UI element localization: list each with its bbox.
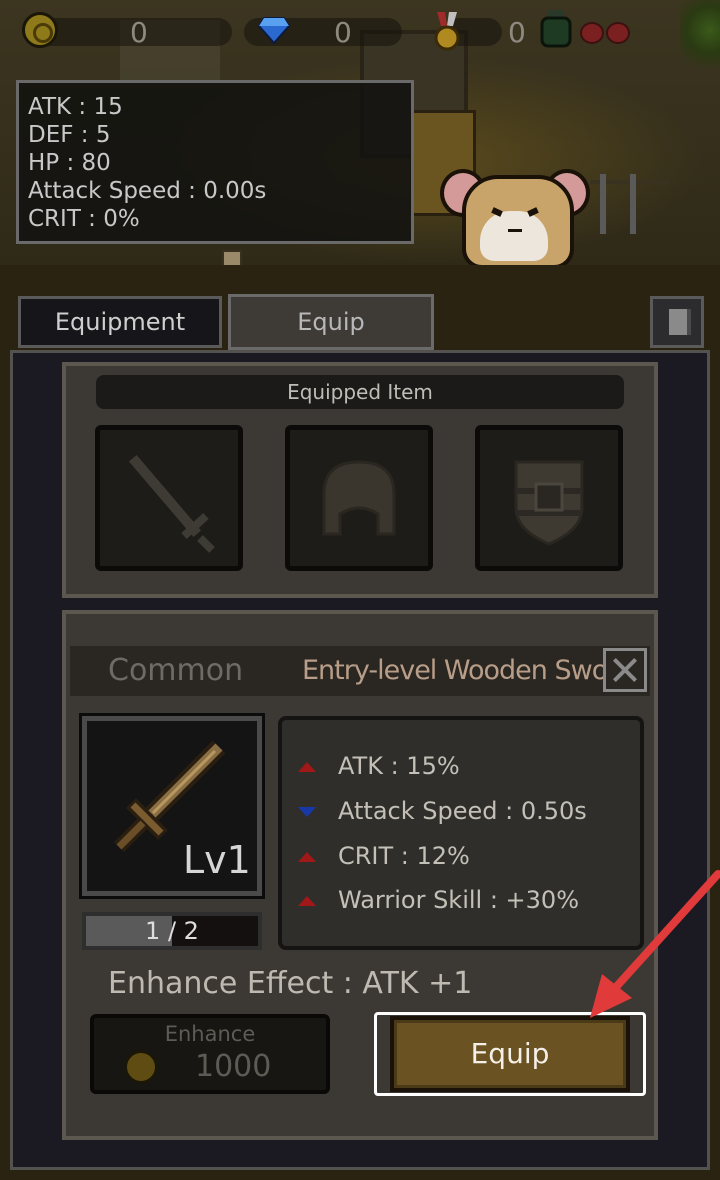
stat-crit: CRIT : 0% xyxy=(28,206,140,232)
book-icon xyxy=(669,309,691,335)
close-button[interactable] xyxy=(603,648,647,692)
stat-down-arrow-icon xyxy=(298,807,316,817)
gold-value: 0 xyxy=(130,16,148,49)
item-level: Lv1 xyxy=(183,838,251,882)
enhance-effect-text: Enhance Effect : ATK +1 xyxy=(108,966,473,1001)
item-stat-row: ATK : 15% xyxy=(298,752,460,782)
item-stat-row: Attack Speed : 0.50s xyxy=(298,797,587,827)
stat-def: DEF : 5 xyxy=(28,122,111,148)
item-stat-text: ATK : 15% xyxy=(338,752,460,780)
item-stat-text: Warrior Skill : +30% xyxy=(338,886,579,914)
armor-slot[interactable] xyxy=(475,425,623,571)
stat-hp: HP : 80 xyxy=(28,150,111,176)
gold-coin-icon xyxy=(22,12,58,48)
item-name: Entry-level Wooden Sword xyxy=(302,655,634,686)
medal-icon xyxy=(432,12,462,52)
helmet-slot[interactable] xyxy=(285,425,433,571)
gold-coin-icon xyxy=(124,1050,158,1084)
enhance-cost: 1000 xyxy=(195,1049,272,1084)
gold-counter: 0 xyxy=(22,12,232,52)
upgrade-progress-text: 1 / 2 xyxy=(145,917,199,945)
player-stats-panel: ATK : 15 DEF : 5 HP : 80 Attack Speed : … xyxy=(16,80,414,244)
tab-equipment-shop[interactable]: Equipment Shop xyxy=(18,296,222,382)
gem-value: 0 xyxy=(334,16,352,49)
stat-up-arrow-icon xyxy=(298,896,316,906)
plant-decoration xyxy=(680,0,720,80)
medal-counter: 0 xyxy=(432,12,526,52)
armor-icon xyxy=(514,460,584,546)
annotation-arrow-icon xyxy=(590,870,720,1018)
tab-equip[interactable]: Equip xyxy=(228,294,434,350)
lives-indicator xyxy=(580,22,634,44)
equipped-title: Equipped Item xyxy=(96,375,624,409)
item-stat-row: CRIT : 12% xyxy=(298,842,470,872)
enhance-button-label: Enhance xyxy=(164,1022,256,1046)
potion-bag-icon[interactable] xyxy=(536,8,576,48)
helmet-icon xyxy=(322,460,396,536)
hamster-character[interactable] xyxy=(440,165,590,265)
medal-value: 0 xyxy=(508,16,526,49)
heart-icon xyxy=(580,22,604,44)
item-stat-row: Warrior Skill : +30% xyxy=(298,886,579,916)
hamster-mouth xyxy=(508,223,522,232)
diamond-icon xyxy=(257,16,291,45)
heart-icon xyxy=(606,22,630,44)
weapon-slot[interactable] xyxy=(95,425,243,571)
stat-up-arrow-icon xyxy=(298,852,316,862)
stat-attack-speed: Attack Speed : 0.00s xyxy=(28,178,267,204)
upgrade-progress-bar: 1 / 2 xyxy=(82,912,262,950)
item-stat-text: CRIT : 12% xyxy=(338,842,470,870)
hamster-belly xyxy=(480,211,548,261)
item-stat-text: Attack Speed : 0.50s xyxy=(338,797,587,825)
stat-up-arrow-icon xyxy=(298,762,316,772)
book-button[interactable] xyxy=(650,296,704,348)
stat-atk: ATK : 15 xyxy=(28,94,123,120)
sword-icon xyxy=(128,454,215,553)
weapon-rack xyxy=(590,174,670,244)
item-rarity: Common xyxy=(108,653,244,688)
gem-counter: 0 xyxy=(244,12,404,52)
